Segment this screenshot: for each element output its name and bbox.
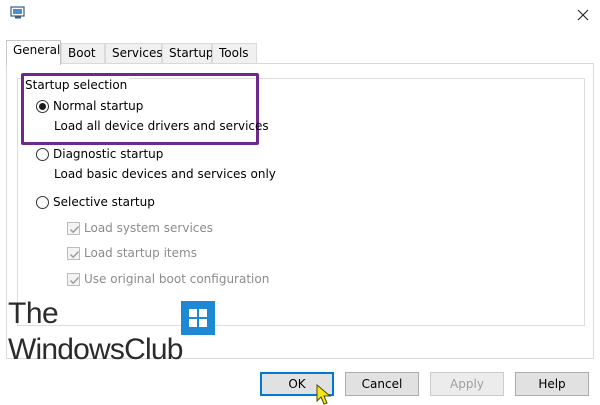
help-button[interactable]: Help <box>515 372 589 396</box>
title-bar <box>0 0 600 34</box>
checkbox-checked-icon <box>67 221 80 235</box>
tab-tools[interactable]: Tools <box>212 43 257 64</box>
apply-button[interactable]: Apply <box>430 372 504 396</box>
normal-startup-radio[interactable]: Normal startup <box>36 99 143 113</box>
load-system-services-label: Load system services <box>84 221 214 235</box>
load-system-services-checkbox[interactable]: Load system services <box>67 221 213 235</box>
radio-selected-icon <box>36 99 49 113</box>
general-tab-panel: Startup selection Normal startup Load al… <box>6 63 594 359</box>
watermark-text-windowsclub: WindowsClub <box>8 333 183 366</box>
load-startup-items-label: Load startup items <box>84 246 197 260</box>
windows-logo-icon <box>181 301 215 335</box>
radio-unselected-icon <box>36 147 49 161</box>
checkbox-checked-icon <box>67 272 80 286</box>
normal-startup-label: Normal startup <box>53 99 144 113</box>
checkbox-checked-icon <box>67 246 80 260</box>
close-icon <box>577 9 589 21</box>
selective-startup-radio[interactable]: Selective startup <box>36 195 155 209</box>
tab-services[interactable]: Services <box>105 43 163 64</box>
diagnostic-startup-description: Load basic devices and services only <box>54 167 276 181</box>
normal-startup-description: Load all device drivers and services <box>54 119 269 133</box>
cancel-button[interactable]: Cancel <box>345 372 419 396</box>
radio-unselected-icon <box>36 195 49 209</box>
tab-startup[interactable]: Startup <box>162 43 214 64</box>
diagnostic-startup-radio[interactable]: Diagnostic startup <box>36 147 163 161</box>
mouse-pointer-icon <box>316 383 334 405</box>
tab-boot[interactable]: Boot <box>61 43 105 64</box>
close-button[interactable] <box>566 0 600 30</box>
diagnostic-startup-label: Diagnostic startup <box>53 147 164 161</box>
use-original-boot-config-label: Use original boot configuration <box>84 272 270 286</box>
msconfig-icon <box>10 6 26 20</box>
selective-startup-label: Selective startup <box>53 195 155 209</box>
tab-general[interactable]: General <box>6 40 61 65</box>
watermark-text-the: The <box>8 297 59 330</box>
load-startup-items-checkbox[interactable]: Load startup items <box>67 246 197 260</box>
use-original-boot-config-checkbox[interactable]: Use original boot configuration <box>67 272 269 286</box>
